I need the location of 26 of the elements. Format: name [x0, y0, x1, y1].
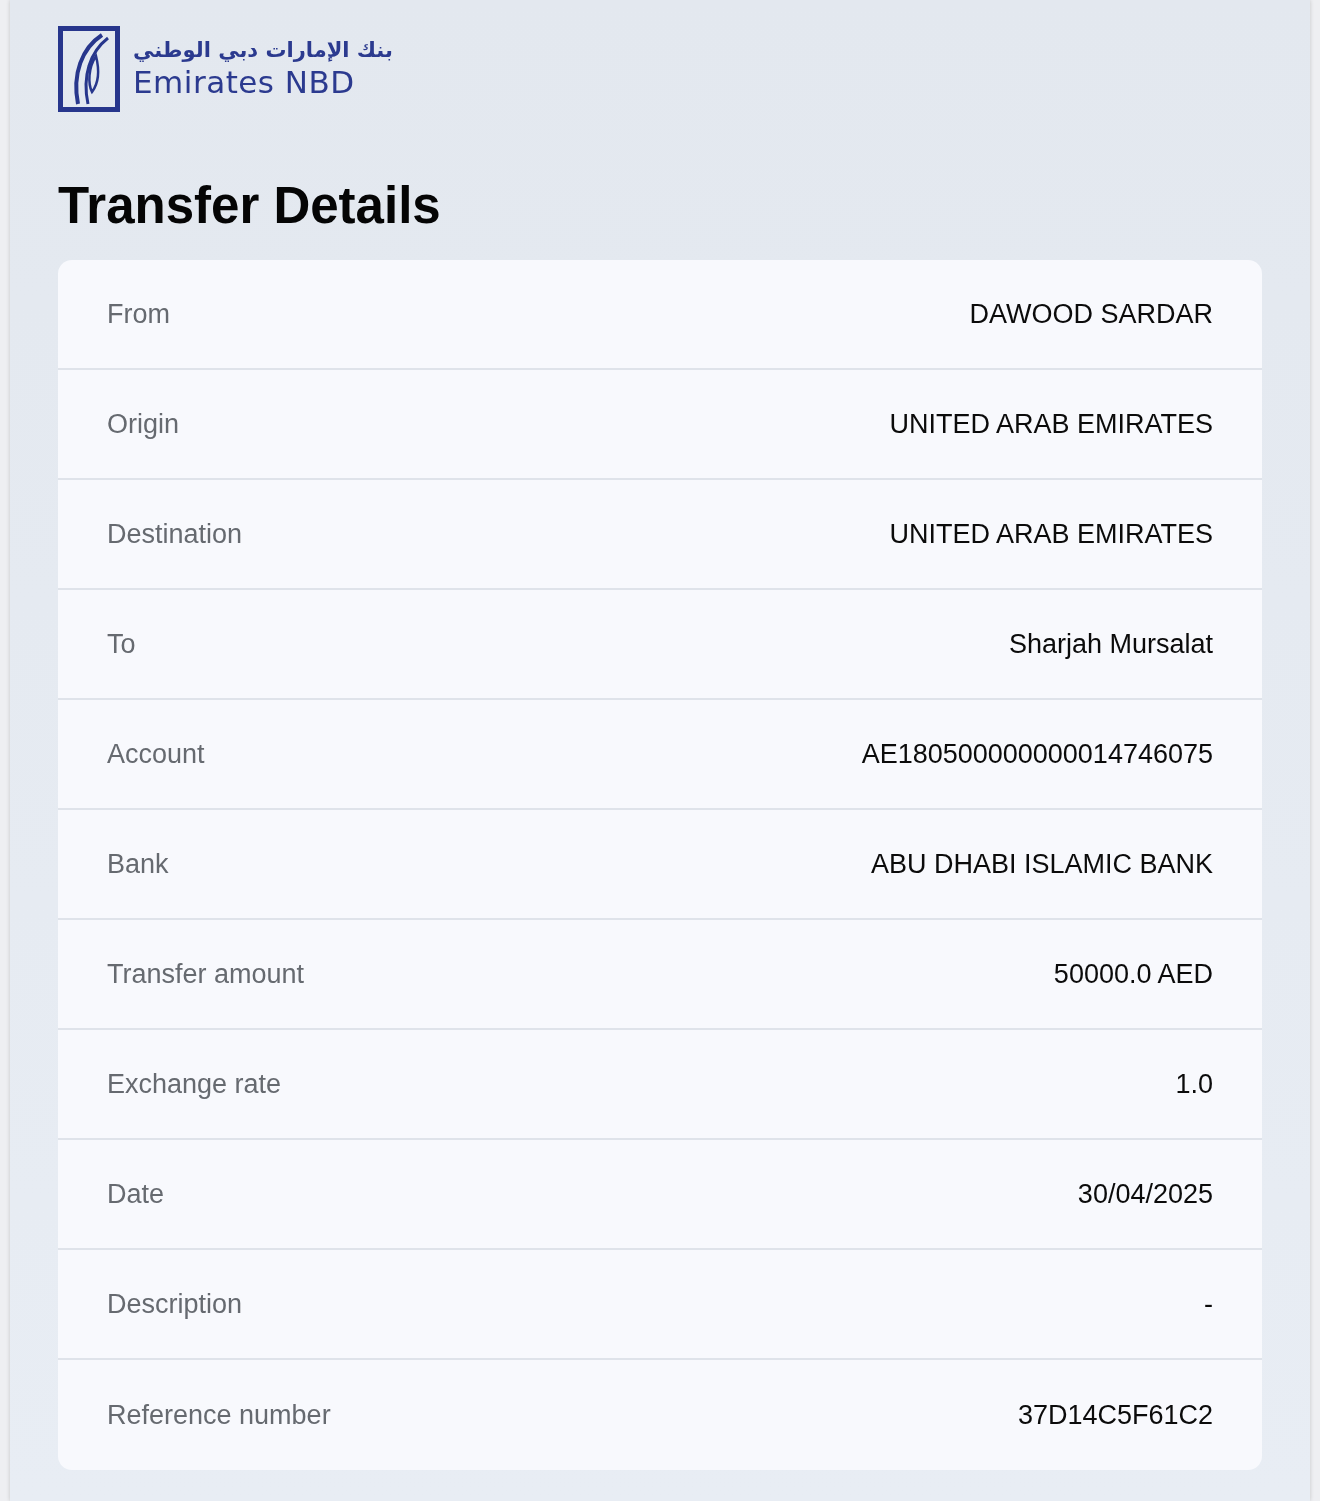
detail-label: Account — [107, 737, 205, 771]
logo-text: Emirates NBD — [133, 67, 356, 98]
page-title: Transfer Details — [58, 178, 442, 235]
detail-label: From — [107, 297, 170, 331]
detail-label: Exchange rate — [107, 1067, 282, 1101]
detail-value: DAWOOD SARDAR — [969, 297, 1213, 331]
detail-label: Transfer amount — [107, 957, 305, 991]
detail-label: Destination — [107, 517, 243, 551]
detail-value: UNITED ARAB EMIRATES — [889, 517, 1213, 551]
detail-value: - — [1204, 1287, 1213, 1321]
detail-value: AE180500000000014746075 — [861, 737, 1213, 771]
detail-value: ABU DHABI ISLAMIC BANK — [870, 847, 1213, 881]
detail-value: 30/04/2025 — [1077, 1177, 1213, 1211]
detail-value: UNITED ARAB EMIRATES — [889, 407, 1213, 441]
detail-label: Reference number — [107, 1398, 331, 1432]
logo-arabic-text: بنك الإمارات دبي الوطني — [133, 40, 393, 61]
detail-value: 1.0 — [1175, 1067, 1213, 1101]
detail-label: To — [107, 627, 136, 661]
detail-value: 50000.0 AED — [1053, 957, 1213, 991]
detail-label: Date — [107, 1177, 165, 1211]
detail-label: Description — [107, 1287, 243, 1321]
detail-label: Origin — [107, 407, 180, 441]
emblem-icon — [58, 26, 120, 112]
detail-value: 37D14C5F61C2 — [1017, 1398, 1213, 1432]
detail-label: Bank — [107, 847, 169, 881]
detail-value: Sharjah Mursalat — [1008, 627, 1213, 661]
